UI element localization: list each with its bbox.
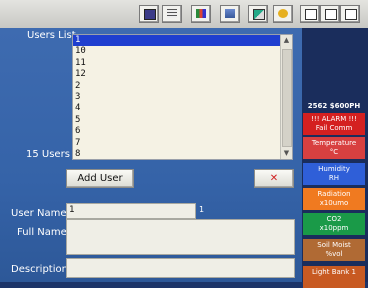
list-item[interactable]: 2 <box>73 81 292 92</box>
status-tile-title: CO2 <box>326 215 342 223</box>
status-tile-title: Radiation <box>317 190 351 198</box>
description-label: Description <box>11 264 68 275</box>
status-tile-unit: °C <box>329 148 339 156</box>
description-field[interactable] <box>66 258 295 278</box>
scroll-down-icon[interactable]: ▼ <box>282 149 291 158</box>
status-tile[interactable]: Soil Moist %vol <box>303 239 365 261</box>
list-item[interactable]: 3 <box>73 92 292 103</box>
status-tile-title: !!! ALARM !!! <box>311 115 357 123</box>
status-tile[interactable]: Humidity RH <box>303 163 365 185</box>
user-name-label: User Name <box>11 208 67 219</box>
status-tile-title: Humidity <box>318 165 350 173</box>
status-tile-title: Soil Moist <box>317 241 351 249</box>
add-user-label: Add User <box>77 173 123 184</box>
toolbar-window-button-3[interactable] <box>340 5 360 23</box>
list-item[interactable]: 10 <box>73 46 292 57</box>
toolbar-chart-button[interactable] <box>191 5 211 23</box>
list-item[interactable]: 5 <box>73 115 292 126</box>
window-icon <box>345 9 357 20</box>
status-tile-unit: %vol <box>325 250 343 258</box>
chart-icon <box>196 9 206 18</box>
delete-user-button[interactable]: ✕ <box>254 169 294 188</box>
window-icon <box>305 9 317 20</box>
add-user-button[interactable]: Add User <box>66 169 134 188</box>
close-icon: ✕ <box>269 173 279 184</box>
status-header: 2562 $600PH <box>307 102 361 110</box>
users-list-label: Users List <box>27 30 76 41</box>
status-tile-title: Light Bank 1 <box>312 268 356 276</box>
status-tile-title: Temperature <box>311 139 357 147</box>
users-count-label: 15 Users <box>26 149 70 160</box>
toolbar-graph-button[interactable] <box>248 5 268 23</box>
scroll-up-icon[interactable]: ▲ <box>282 36 291 45</box>
image-icon <box>225 9 235 18</box>
full-name-label: Full Name <box>17 227 67 238</box>
list-items: 1 10 11 12 2 3 4 5 6 7 8 <box>73 35 292 159</box>
toolbar-window-button-1[interactable] <box>300 5 320 23</box>
list-scrollbar[interactable]: ▲ ▼ <box>280 35 292 159</box>
status-tile[interactable]: !!! ALARM !!! Fail Comm <box>303 113 365 135</box>
status-tile-unit: RH <box>328 174 340 182</box>
status-tile[interactable]: Light Bank 1 <box>303 266 365 288</box>
toolbar-image-button[interactable] <box>220 5 240 23</box>
list-item[interactable]: 11 <box>73 58 292 69</box>
user-name-field[interactable]: 1 <box>66 203 196 219</box>
list-item[interactable]: 8 <box>73 149 292 159</box>
list-item[interactable]: 4 <box>73 103 292 114</box>
user-name-value: 1 <box>69 205 75 215</box>
toolbar-calendar-button[interactable] <box>139 5 159 23</box>
user-name-hint: 1 <box>199 205 205 214</box>
scroll-thumb[interactable] <box>282 49 292 147</box>
list-item[interactable]: 12 <box>73 69 292 80</box>
list-item[interactable]: 6 <box>73 126 292 137</box>
toolbar <box>0 0 368 29</box>
calendar-icon <box>144 9 156 20</box>
toolbar-sound-button[interactable] <box>273 5 293 23</box>
full-name-field[interactable] <box>66 219 295 255</box>
list-item[interactable]: 1 <box>73 35 292 47</box>
speaker-icon <box>278 9 288 18</box>
status-tile[interactable]: CO2 x10ppm <box>303 213 365 235</box>
users-listbox[interactable]: 1 10 11 12 2 3 4 5 6 7 8 ▲ ▼ <box>72 34 293 160</box>
status-tile-unit: x10umo <box>319 199 349 207</box>
toolbar-window-button-2[interactable] <box>320 5 340 23</box>
status-tile-unit: Fail Comm <box>315 124 353 132</box>
status-tile-unit: x10ppm <box>319 224 349 232</box>
toolbar-list-button[interactable] <box>162 5 182 23</box>
status-tile[interactable]: Temperature °C <box>303 137 365 159</box>
list-item[interactable]: 7 <box>73 138 292 149</box>
status-tile[interactable]: Radiation x10umo <box>303 188 365 210</box>
window-icon <box>325 9 337 20</box>
graph-icon <box>253 9 265 20</box>
list-icon <box>167 9 177 18</box>
